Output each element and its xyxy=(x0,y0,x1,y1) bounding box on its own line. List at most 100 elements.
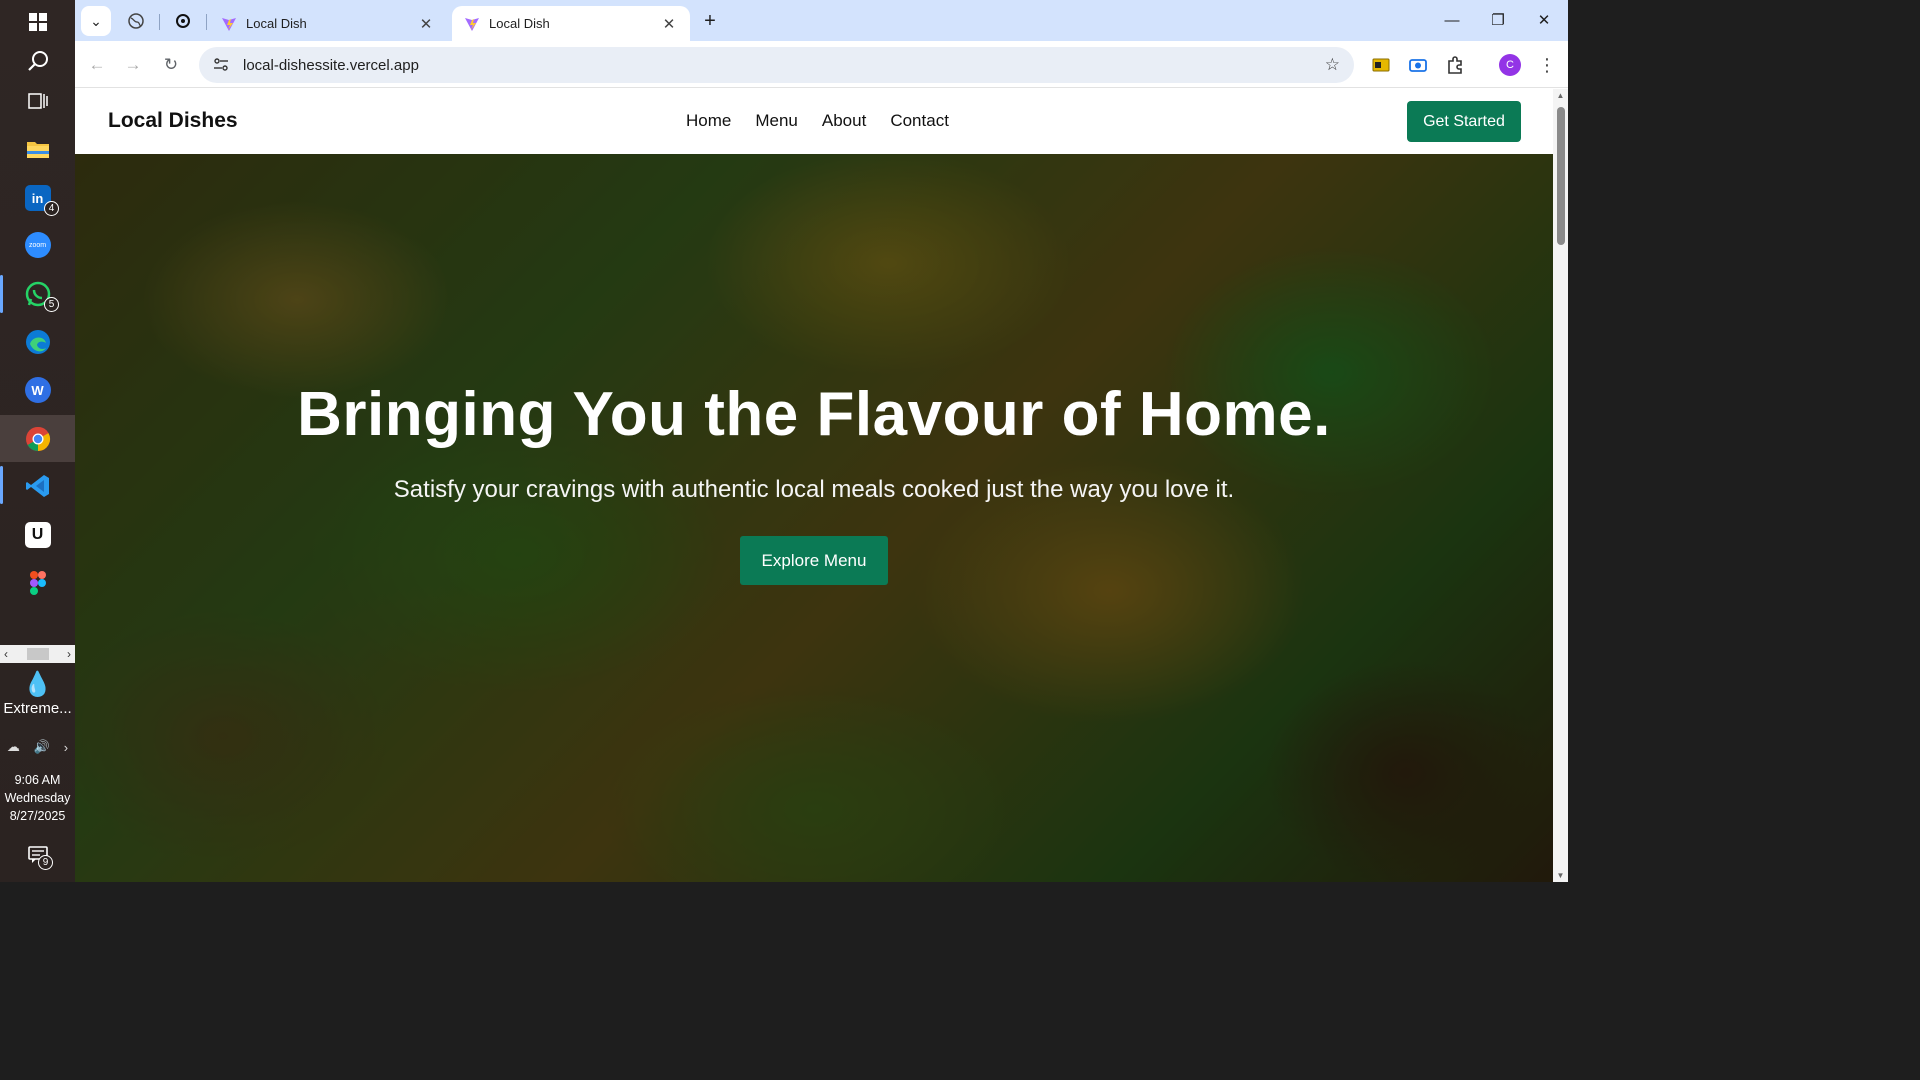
rain-drop-icon: 💧 xyxy=(22,671,53,698)
vscode-icon xyxy=(25,475,49,497)
new-tab-button[interactable]: + xyxy=(695,6,725,36)
taskbar-edge[interactable] xyxy=(0,320,75,364)
vite-logo-icon xyxy=(464,16,480,32)
taskbar-linkedin[interactable]: in 4 xyxy=(0,176,75,220)
page-scrollbar[interactable]: ▲ ▼ xyxy=(1553,89,1568,882)
site-logo[interactable]: Local Dishes xyxy=(108,109,238,133)
browser-window: ⌄ Local Dish ✕ Local Dish ✕ + — ❐ ✕ ← → … xyxy=(75,0,1568,882)
chevron-right-icon[interactable]: › xyxy=(64,740,68,755)
close-tab-icon[interactable]: ✕ xyxy=(417,15,435,33)
reload-button[interactable]: ↻ xyxy=(155,49,187,81)
folder-icon xyxy=(26,142,49,158)
nav-about[interactable]: About xyxy=(822,111,866,131)
pinned-tab-chatgpt[interactable] xyxy=(168,6,198,36)
taskbar-wps[interactable]: W xyxy=(0,368,75,412)
clock-time: 9:06 AM xyxy=(14,773,61,787)
taskbar-overflow-scrollbar[interactable]: ‹ › xyxy=(0,645,75,663)
taskbar-figma[interactable] xyxy=(0,561,75,605)
weather-widget[interactable]: 💧 Extreme... xyxy=(0,670,75,717)
address-bar[interactable]: local-dishessite.vercel.app ☆ xyxy=(199,47,1354,83)
close-tab-icon[interactable]: ✕ xyxy=(660,15,678,33)
taskbar-clock[interactable]: 9:06 AM Wednesday 8/27/2025 xyxy=(0,771,75,825)
chrome-icon xyxy=(25,426,50,451)
taskbar-whatsapp[interactable]: 5 xyxy=(0,272,75,316)
close-window-button[interactable]: ✕ xyxy=(1521,0,1567,40)
nav-contact[interactable]: Contact xyxy=(890,111,949,131)
taskbar-upwork[interactable]: U xyxy=(0,513,75,557)
browser-toolbar: ← → ↻ local-dishessite.vercel.app ☆ C ⋮ xyxy=(75,41,1568,88)
tab-local-dish-2[interactable]: Local Dish ✕ xyxy=(452,6,690,41)
nav-home[interactable]: Home xyxy=(686,111,731,131)
network-icon[interactable]: ☁ xyxy=(7,739,20,755)
wps-writer-icon: W xyxy=(24,377,51,403)
minimize-button[interactable]: — xyxy=(1429,0,1475,40)
clock-date: 8/27/2025 xyxy=(9,809,66,823)
reload-icon: ↻ xyxy=(163,55,179,74)
tab-search-button[interactable]: ⌄ xyxy=(81,6,111,36)
vite-logo-icon xyxy=(221,16,237,32)
windows-logo-icon xyxy=(28,13,47,31)
hero-title: Bringing You the Flavour of Home. xyxy=(297,380,1331,449)
search-icon xyxy=(27,51,48,71)
scroll-down-icon[interactable]: ▼ xyxy=(1553,871,1568,880)
extension-screen-capture-button[interactable] xyxy=(1405,52,1431,78)
upwork-icon: U xyxy=(24,522,51,548)
taskbar-search-button[interactable] xyxy=(0,39,75,83)
plus-icon: + xyxy=(704,9,716,32)
openai-icon xyxy=(176,14,190,28)
notification-center-button[interactable]: 9 xyxy=(0,840,75,870)
chevron-down-icon: ⌄ xyxy=(90,12,102,29)
tab-title: Local Dish xyxy=(246,16,307,31)
scrollbar-thumb[interactable] xyxy=(1557,107,1565,245)
explore-menu-button[interactable]: Explore Menu xyxy=(740,536,888,585)
back-button[interactable]: ← xyxy=(81,49,113,81)
forward-button[interactable]: → xyxy=(117,49,149,81)
puzzle-icon xyxy=(1448,56,1462,74)
clock-day: Wednesday xyxy=(4,791,71,805)
figma-icon xyxy=(29,571,46,595)
tab-title: Local Dish xyxy=(489,16,550,31)
camera-icon xyxy=(1409,59,1427,72)
tab-strip: ⌄ Local Dish ✕ Local Dish ✕ + — ❐ ✕ xyxy=(75,0,1568,41)
globe-icon xyxy=(128,13,144,29)
taskbar-file-explorer[interactable] xyxy=(0,127,75,171)
taskbar-zoom[interactable]: zoom xyxy=(0,223,75,267)
restore-icon: ❐ xyxy=(1491,12,1505,29)
task-view-button[interactable] xyxy=(0,79,75,123)
site-nav-links: Home Menu About Contact xyxy=(686,111,949,131)
scroll-left-icon[interactable]: ‹ xyxy=(4,647,8,661)
arrow-right-icon: → xyxy=(124,55,142,74)
site-navbar: Local Dishes Home Menu About Contact Get… xyxy=(75,89,1553,154)
pinned-tab-globe[interactable] xyxy=(121,6,151,36)
hero-overlay xyxy=(75,154,1553,882)
chrome-menu-button[interactable]: ⋮ xyxy=(1534,52,1560,78)
tab-local-dish-1[interactable]: Local Dish ✕ xyxy=(209,6,447,41)
notifications-badge: 9 xyxy=(38,855,53,870)
close-icon: ✕ xyxy=(1537,12,1551,29)
profile-avatar[interactable]: C xyxy=(1499,54,1521,76)
scroll-thumb[interactable] xyxy=(26,648,49,660)
restore-button[interactable]: ❐ xyxy=(1475,0,1521,40)
hero-subtitle: Satisfy your cravings with authentic loc… xyxy=(393,476,1235,503)
hero-section: Bringing You the Flavour of Home. Satisf… xyxy=(75,154,1553,882)
taskbar-chrome[interactable] xyxy=(0,415,75,462)
scroll-up-icon[interactable]: ▲ xyxy=(1553,91,1568,100)
extension-wallet-button[interactable] xyxy=(1368,52,1394,78)
get-started-button[interactable]: Get Started xyxy=(1407,101,1521,142)
task-view-icon xyxy=(27,93,48,109)
nav-menu[interactable]: Menu xyxy=(755,111,798,131)
zoom-icon: zoom xyxy=(24,232,51,258)
taskbar: in 4 zoom 5 W U ‹ › 💧 Extreme... ☁ 🔊 › 9… xyxy=(0,0,75,882)
weather-label: Extreme... xyxy=(3,700,72,717)
windows-start-button[interactable] xyxy=(0,0,75,44)
edge-icon xyxy=(25,330,50,354)
bookmark-star-icon[interactable]: ☆ xyxy=(1325,55,1340,75)
volume-icon[interactable]: 🔊 xyxy=(34,739,50,755)
site-info-icon[interactable] xyxy=(211,55,231,75)
whatsapp-badge: 5 xyxy=(44,297,59,312)
taskbar-vscode[interactable] xyxy=(0,464,75,508)
scroll-right-icon[interactable]: › xyxy=(67,647,71,661)
extensions-button[interactable] xyxy=(1442,52,1468,78)
url-text[interactable]: local-dishessite.vercel.app xyxy=(243,57,419,74)
kebab-menu-icon: ⋮ xyxy=(1538,54,1556,75)
